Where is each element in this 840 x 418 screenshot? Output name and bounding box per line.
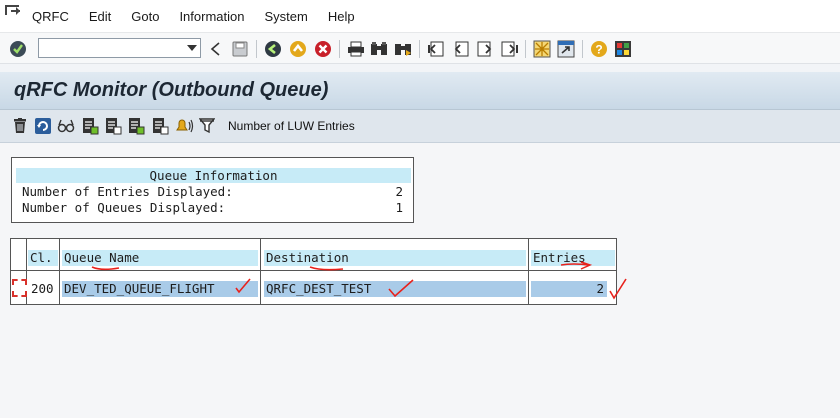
column-header-entries[interactable]: Entries xyxy=(531,250,615,266)
chevron-down-icon[interactable] xyxy=(187,45,197,51)
command-input[interactable] xyxy=(39,41,179,59)
help-icon[interactable]: ? xyxy=(590,40,608,58)
system-menu-icon[interactable] xyxy=(4,4,22,18)
enter-icon[interactable] xyxy=(9,40,27,58)
menu-goto[interactable]: Goto xyxy=(131,9,159,24)
column-header-queue-name[interactable]: Queue Name xyxy=(62,250,258,266)
filter-icon[interactable] xyxy=(199,118,215,134)
previous-page-icon[interactable] xyxy=(451,40,471,58)
info-label: Number of Queues Displayed: xyxy=(22,200,226,215)
info-value: 2 xyxy=(395,184,403,199)
document-icon[interactable] xyxy=(81,117,99,135)
cell-queue-name[interactable]: DEV_TED_QUEUE_FLIGHT xyxy=(62,281,258,297)
menu-help[interactable]: Help xyxy=(328,9,355,24)
print-icon[interactable] xyxy=(347,41,365,57)
glasses-icon[interactable] xyxy=(57,119,75,133)
cell-destination[interactable]: QRFC_DEST_TEST xyxy=(264,281,526,297)
application-toolbar: Number of LUW Entries xyxy=(0,110,840,143)
document-3-icon[interactable] xyxy=(127,117,145,135)
toolbar-separator xyxy=(582,40,583,58)
info-row: Number of Entries Displayed: 2 xyxy=(16,184,411,200)
queue-information-box: Queue Information Number of Entries Disp… xyxy=(11,157,414,223)
toolbar-separator xyxy=(256,40,257,58)
customize-layout-icon[interactable] xyxy=(614,40,632,58)
column-header-client[interactable]: Cl. xyxy=(28,250,58,266)
menu-bar: QRFC Edit Goto Information System Help xyxy=(0,0,840,32)
shortcut-icon[interactable] xyxy=(557,40,575,58)
menu-information[interactable]: Information xyxy=(179,9,244,24)
cancel-icon[interactable] xyxy=(314,40,332,58)
info-value: 1 xyxy=(395,200,403,215)
menu-edit[interactable]: Edit xyxy=(89,9,111,24)
save-icon[interactable] xyxy=(232,41,248,57)
last-page-icon[interactable] xyxy=(499,40,519,58)
queue-information-header: Queue Information xyxy=(16,168,411,183)
command-field[interactable] xyxy=(38,38,201,59)
find-next-icon[interactable] xyxy=(394,41,412,57)
column-header-destination[interactable]: Destination xyxy=(264,250,526,266)
toolbar-separator xyxy=(525,40,526,58)
find-icon[interactable] xyxy=(370,41,388,57)
table-divider xyxy=(528,239,529,304)
back-icon[interactable] xyxy=(264,40,282,58)
first-page-icon[interactable] xyxy=(427,40,447,58)
content-area: Queue Information Number of Entries Disp… xyxy=(0,143,840,418)
cell-entries[interactable]: 2 xyxy=(531,281,607,297)
back-arrow-icon[interactable] xyxy=(210,42,220,56)
delete-icon[interactable] xyxy=(13,118,27,134)
create-session-icon[interactable] xyxy=(533,40,551,58)
bell-icon[interactable] xyxy=(174,117,194,135)
info-row: Number of Queues Displayed: 1 xyxy=(16,200,411,216)
page-title: qRFC Monitor (Outbound Queue) xyxy=(14,79,329,101)
menu-system[interactable]: System xyxy=(264,9,307,24)
toolbar-separator xyxy=(339,40,340,58)
title-bar: qRFC Monitor (Outbound Queue) xyxy=(0,72,840,110)
cell-client[interactable]: 200 xyxy=(29,281,59,297)
queue-table: Cl. Queue Name Destination Entries 200 D… xyxy=(10,238,617,305)
info-label: Number of Entries Displayed: xyxy=(22,184,233,199)
document-4-icon[interactable] xyxy=(151,117,169,135)
menu-qrfc[interactable]: QRFC xyxy=(32,9,69,24)
document-2-icon[interactable] xyxy=(104,117,122,135)
row-selector-checkbox[interactable] xyxy=(12,279,27,297)
next-page-icon[interactable] xyxy=(475,40,495,58)
toolbar-separator xyxy=(419,40,420,58)
refresh-icon[interactable] xyxy=(34,117,52,135)
standard-toolbar: ? xyxy=(0,32,840,64)
table-divider xyxy=(11,270,616,271)
table-divider xyxy=(59,239,60,304)
svg-text:?: ? xyxy=(595,43,602,57)
number-of-luw-entries-button[interactable]: Number of LUW Entries xyxy=(228,119,355,133)
table-divider xyxy=(260,239,261,304)
exit-icon[interactable] xyxy=(289,40,307,58)
